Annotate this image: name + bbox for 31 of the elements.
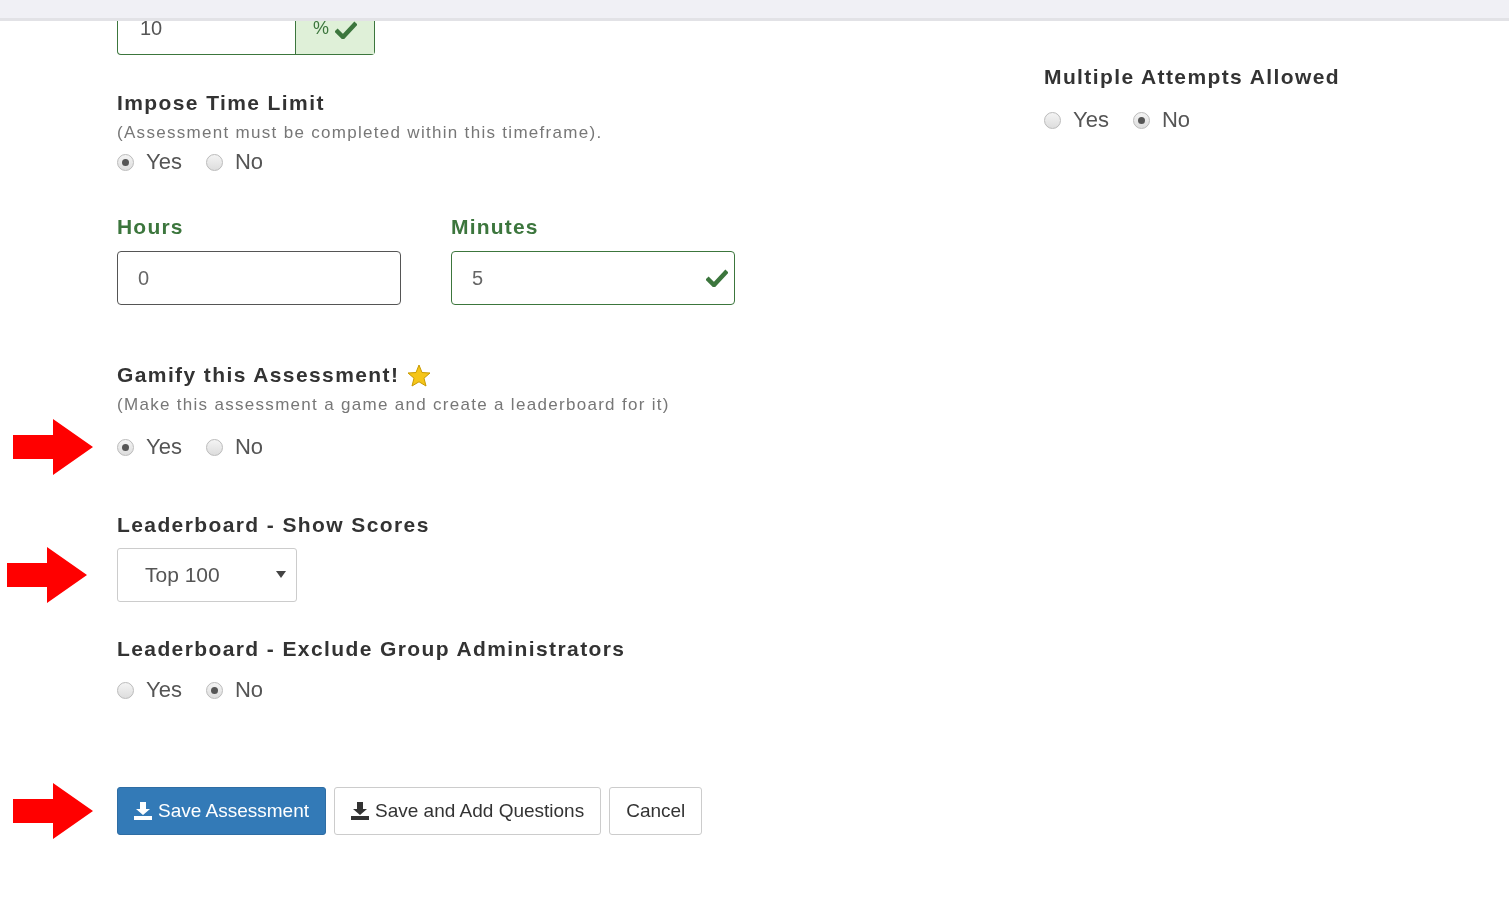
percent-addon: % — [295, 21, 374, 54]
percent-field[interactable]: 10 % — [117, 21, 375, 55]
radio-option[interactable]: No — [205, 149, 263, 175]
cancel-button[interactable]: Cancel — [609, 787, 703, 835]
section-title: Leaderboard - Show Scores — [117, 513, 430, 537]
radio-option[interactable]: No — [205, 434, 263, 460]
radio-option[interactable]: Yes — [1044, 107, 1109, 133]
hint-text: (Assessment must be completed within this timeframe). — [117, 123, 603, 143]
radio-option[interactable]: Yes — [117, 677, 182, 703]
caret-icon — [276, 571, 286, 579]
radio-option[interactable]: Yes — [117, 434, 182, 460]
scores-dropdown[interactable]: Top 100 — [117, 548, 297, 602]
number-field[interactable]: 5 — [451, 251, 735, 305]
star-icon — [407, 363, 432, 387]
field-label: Minutes — [451, 215, 540, 239]
hint-text: (Make this assessment a game and create a leaderboard for it) — [117, 395, 670, 415]
section-title: Impose Time Limit — [117, 91, 325, 115]
radio-option[interactable]: No — [1132, 107, 1190, 133]
check-icon — [706, 269, 728, 287]
radio-option[interactable]: No — [205, 677, 263, 703]
section-title: Gamify this Assessment! — [117, 363, 400, 387]
field-label: Hours — [117, 215, 185, 239]
download-icon — [351, 802, 370, 820]
radio-option[interactable]: Yes — [117, 149, 182, 175]
save-button[interactable]: Save Assessment — [117, 787, 327, 835]
section-title: Multiple Attempts Allowed — [1044, 65, 1340, 89]
save-button[interactable]: Save and Add Questions — [334, 787, 602, 835]
number-field[interactable]: 0 — [117, 251, 401, 305]
download-icon — [134, 802, 152, 820]
check-icon — [335, 21, 357, 39]
section-title: Leaderboard - Exclude Group Administrators — [117, 637, 626, 661]
